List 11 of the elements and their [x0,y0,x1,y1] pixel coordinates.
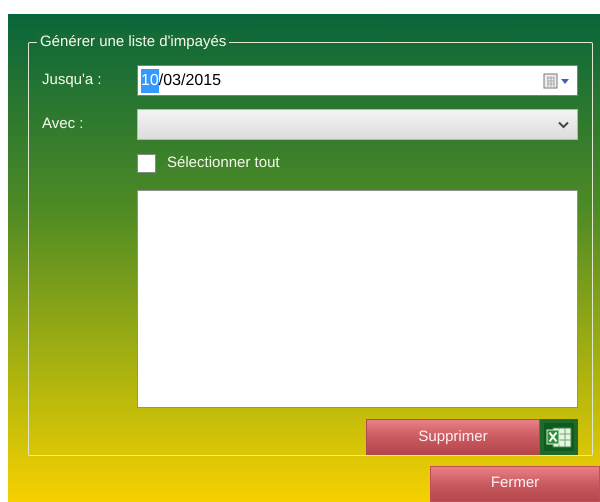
close-button[interactable]: Fermer [430,466,600,502]
calendar-icon[interactable] [543,72,571,88]
delete-button[interactable]: Supprimer [366,419,540,455]
date-text: 10 [141,68,159,92]
date-label: Jusqu'a : [42,70,103,90]
spreadsheet-icon [544,423,574,451]
checkbox[interactable] [137,154,156,172]
chevron-down-icon [558,120,569,128]
with-label: Avec : [42,114,84,134]
group-legend: Générer une liste d'impayés [37,33,230,51]
select-all-label: Sélectionner tout [167,152,280,173]
